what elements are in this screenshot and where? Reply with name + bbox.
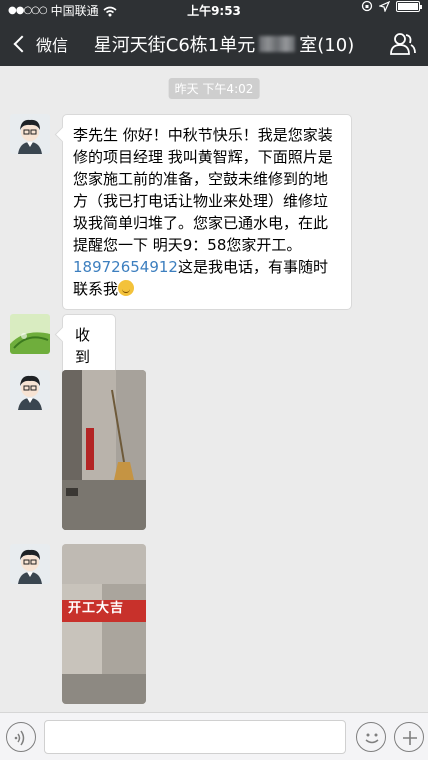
top-bar: ●●○○○ 中国联通 上午9:53 微信 星河天街C6栋1单元 室(10)	[0, 0, 428, 66]
photo-room-with-broom[interactable]	[62, 370, 146, 530]
smile-face-icon	[365, 733, 379, 744]
chat-title-prefix: 星河天街C6栋1单元	[93, 35, 256, 56]
photo-background	[62, 544, 146, 704]
photo-room-with-banner[interactable]: 开工大吉	[62, 544, 146, 704]
voice-input-button[interactable]	[6, 722, 36, 752]
emoji-button[interactable]	[356, 722, 386, 752]
status-bar: ●●○○○ 中国联通 上午9:53	[0, 0, 428, 22]
message-bubble-reply[interactable]: 收到	[62, 314, 116, 378]
nav-bar: 微信 星河天街C6栋1单元 室(10)	[0, 22, 428, 66]
battery-full-icon	[396, 0, 422, 12]
back-button[interactable]: 微信	[10, 22, 68, 66]
message-timestamp: 昨天 下午4:02	[168, 78, 260, 99]
message-bubble-project-manager[interactable]: 李先生 你好！中秋节快乐！我是您家装修的项目经理 我叫黄智辉，下面照片是 您家施…	[62, 114, 352, 310]
phone-number-link[interactable]: 18972654912	[73, 258, 178, 276]
chat-title: 星河天街C6栋1单元 室(10)	[80, 22, 368, 66]
blurred-room-number	[259, 36, 296, 52]
plus-icon	[403, 731, 417, 745]
avatar-cartoon-man[interactable]	[10, 544, 50, 584]
back-label: 微信	[36, 36, 69, 55]
message-input[interactable]	[44, 720, 346, 754]
chat-area[interactable]: 昨天 下午4:02 李先生 你好！中秋节快乐！我是您家装修的项目经理 我叫黄智辉…	[0, 66, 428, 712]
avatar-green-leaf[interactable]	[10, 314, 50, 354]
voice-icon	[14, 730, 25, 746]
avatar-cartoon-man[interactable]	[10, 370, 50, 410]
more-options-button[interactable]	[394, 722, 424, 752]
smile-emoji-icon	[118, 280, 135, 296]
banner-text: 开工大吉	[68, 601, 125, 616]
group-members-icon[interactable]	[390, 32, 416, 56]
chevron-left-icon	[13, 35, 31, 53]
message-text: 李先生 你好！中秋节快乐！我是您家装修的项目经理 我叫黄智辉，下面照片是 您家施…	[73, 126, 333, 254]
avatar-cartoon-man[interactable]	[10, 114, 50, 154]
location-arrow-icon	[379, 0, 390, 12]
input-bar	[0, 712, 428, 760]
rotation-lock-icon	[361, 0, 373, 12]
chat-title-suffix: 室(10)	[299, 35, 355, 56]
